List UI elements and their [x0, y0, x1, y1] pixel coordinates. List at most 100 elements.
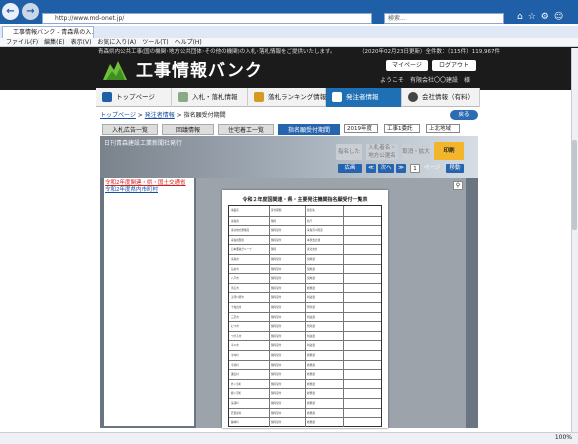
table-row: 藤崎町 随時受付 総務課	[229, 417, 381, 427]
table-cell: 青森河川国道	[307, 229, 323, 233]
publisher-text: 日刊青森建設工業新聞社発行	[104, 140, 183, 147]
last-arrow-icon[interactable]: ≫	[396, 164, 406, 173]
table-cell: 総務課	[307, 421, 315, 425]
table-row: 鰺ヶ沢町 随時受付 総務課	[229, 388, 381, 398]
table-cell: 今別町	[231, 363, 239, 367]
table-cell: 随時受付	[271, 392, 282, 396]
menu-view[interactable]: 表示(V)	[71, 39, 92, 46]
table-row: 平内町 随時受付 総務課	[229, 350, 381, 360]
address-bar[interactable]: http://www.md-onet.jp/	[42, 13, 372, 24]
table-row: 青森県 随時 県庁	[229, 215, 381, 226]
page-number-input[interactable]: 1	[410, 164, 420, 173]
menu-edit[interactable]: 編集(E)	[44, 39, 64, 46]
table-cell: むつ市	[231, 325, 239, 329]
region-select[interactable]: 上北地域	[426, 124, 460, 133]
table-cell: 管財課	[307, 306, 315, 309]
star-icon[interactable]: ☆	[528, 12, 536, 22]
menu-favorites[interactable]: お気に入り(A)	[97, 39, 136, 46]
doc-link-prefecture[interactable]: 令和2年度関連・県・国土交通省	[105, 180, 193, 187]
table-divider	[343, 274, 344, 283]
breadcrumb-top[interactable]: トップページ	[100, 112, 136, 119]
menu-tools[interactable]: ツール(T)	[142, 39, 168, 46]
browser-icons: ⌂ ☆ ⚙ ☺	[512, 12, 576, 24]
menu-bar: ファイル(F) 編集(E) 表示(V) お気に入り(A) ツール(T) ヘルプ(H)	[0, 38, 578, 47]
move-button[interactable]: 移動	[446, 164, 464, 173]
table-divider	[305, 399, 306, 408]
browser-tab[interactable]: 工事情報バンク - 青森県の入…	[2, 26, 94, 38]
entry-button[interactable]: 入札者名・地方公選名	[366, 144, 398, 160]
designate-button[interactable]: 指名した	[336, 144, 362, 160]
table-cell: 随時受付	[271, 373, 282, 377]
table-divider	[269, 274, 270, 283]
table-divider	[269, 351, 270, 360]
browser-search-input[interactable]: 検索...	[384, 13, 504, 24]
table-cell: 平内町	[231, 354, 239, 357]
breadcrumb-current: 指名願受付期間	[183, 112, 226, 119]
table-row: 十和田市 随時受付 管財課	[229, 302, 381, 312]
table-divider	[305, 418, 306, 427]
table-divider	[343, 245, 344, 254]
table-divider	[269, 379, 270, 389]
table-cell: 総務課	[307, 402, 315, 405]
table-divider	[343, 389, 344, 398]
menu-help[interactable]: ヘルプ(H)	[175, 39, 202, 46]
table-row: 三沢市 随時受付 財政課	[229, 311, 381, 322]
magnifier-icon[interactable]: ⚲	[453, 181, 463, 190]
cancel-expand-button[interactable]: 取消・拡大	[402, 144, 430, 160]
table-divider	[269, 360, 270, 370]
table-cell: 契約課	[307, 267, 315, 271]
subtab-housing[interactable]: 住宅着工一覧	[218, 124, 274, 135]
table-cell: 財政課	[307, 315, 315, 319]
table-divider	[269, 235, 270, 245]
nav-orderer-info[interactable]: 発注者情報	[326, 88, 402, 107]
doc-link-municipal[interactable]: 令和2年度県内市町村	[105, 187, 193, 194]
forward-arrow-icon[interactable]: →	[22, 3, 39, 20]
type-select[interactable]: 工事1委託	[384, 124, 420, 133]
logo-title[interactable]: 工事情報バンク	[136, 60, 266, 82]
home-icon[interactable]: ⌂	[517, 12, 523, 22]
table-row: 東北地方整備局 随時受付 青森河川国道	[229, 225, 381, 235]
back-button[interactable]: 戻る	[450, 110, 478, 120]
subtab-bid-ads[interactable]: 入札広告一覧	[102, 124, 158, 135]
ranking-icon	[254, 92, 264, 102]
expand-button[interactable]: 広画	[338, 164, 362, 173]
back-arrow-icon[interactable]: ←	[2, 3, 19, 20]
orderer-icon	[332, 92, 342, 102]
table-divider	[343, 303, 344, 312]
mypage-button[interactable]: マイページ	[386, 60, 428, 71]
year-select[interactable]: 2019年度	[344, 124, 378, 133]
table-cell: 三沢市	[231, 315, 239, 319]
nav-ranking[interactable]: 落札ランキング情報	[248, 88, 326, 107]
table-divider	[305, 235, 306, 245]
scrollbar-thumb[interactable]	[572, 140, 577, 230]
table-cell: 総務課	[307, 411, 315, 415]
nav-bid-info[interactable]: 入札・落札情報	[172, 88, 248, 107]
next-button[interactable]: 次へ	[378, 164, 394, 173]
prev-arrow-icon[interactable]: ≪	[366, 164, 376, 173]
page-scrollbar[interactable]	[571, 48, 578, 432]
table-divider	[269, 418, 270, 427]
table-cell: 随時	[271, 219, 277, 223]
gear-icon[interactable]: ⚙	[541, 12, 549, 22]
table-cell: 随時受付	[271, 325, 282, 329]
table-row: 西目屋村 随時受付 総務課	[229, 407, 381, 418]
subtab-council[interactable]: 回議情報	[162, 124, 214, 135]
table-row: 蓬田村 随時受付 総務課	[229, 369, 381, 379]
table-cell: 随時受付	[271, 267, 282, 271]
table-divider	[343, 370, 344, 379]
table-cell: 管財課	[307, 325, 315, 329]
logout-button[interactable]: ログアウト	[432, 60, 476, 71]
subtab-designation-period[interactable]: 指名願受付期間	[278, 124, 340, 135]
print-button[interactable]: 印刷	[434, 142, 464, 160]
menu-file[interactable]: ファイル(F)	[6, 39, 38, 46]
table-divider	[269, 341, 270, 350]
nav-company-info[interactable]: 会社情報（有料）	[402, 88, 480, 107]
smiley-icon[interactable]: ☺	[554, 12, 563, 22]
table-cell: 随時受付	[271, 238, 282, 242]
zoom-level[interactable]: 100%	[536, 434, 572, 442]
table-cell: 財政課	[307, 334, 315, 338]
nav-top-page[interactable]: トップページ	[96, 88, 172, 107]
table-cell: 事業名	[231, 209, 239, 212]
breadcrumb-orderer[interactable]: 発注者情報	[145, 112, 175, 119]
table-divider	[343, 322, 344, 331]
